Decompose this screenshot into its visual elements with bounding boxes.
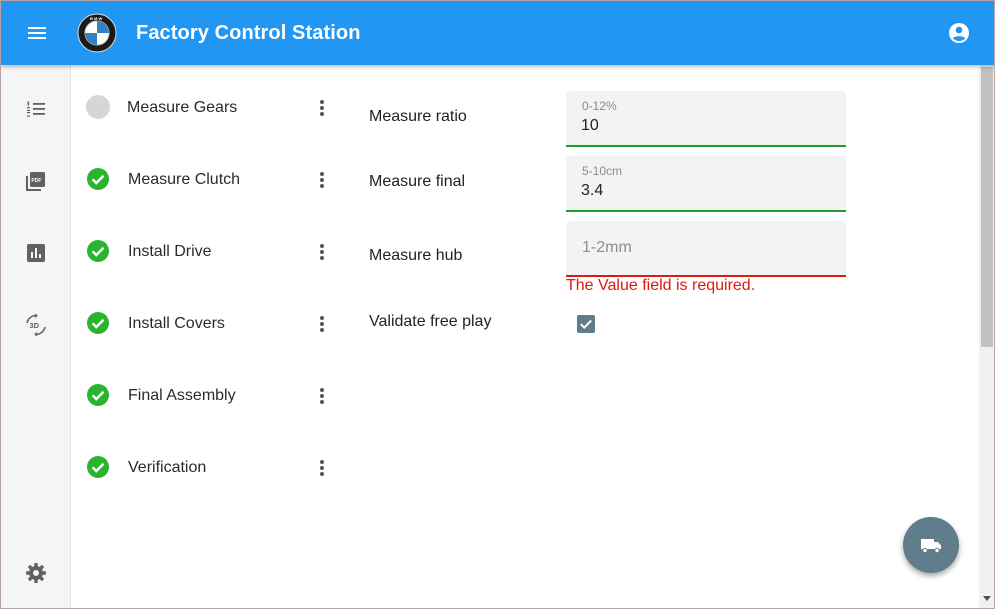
measure-hub-error: The Value field is required. [566,277,756,294]
more-vert-icon[interactable] [310,240,334,264]
more-vert-icon[interactable] [310,168,334,192]
scrollbar-thumb[interactable] [981,67,993,347]
app-window: B M W Factory Control Station PDF 3D Mea… [0,0,995,609]
measure-ratio-hint: 0-12% [582,99,617,113]
truck-icon [921,539,941,554]
check-circle-icon [86,167,110,191]
check-icon [580,319,592,330]
bmw-logo: B M W [77,13,117,53]
measure-ratio-value[interactable]: 10 [581,117,831,135]
step-item[interactable]: Measure Clutch [71,158,341,198]
step-item[interactable]: Install Drive [71,230,341,270]
validate-free-play-label: Validate free play [369,313,492,330]
pdf-icon[interactable]: PDF [24,169,48,193]
more-vert-icon[interactable] [310,384,334,408]
validate-free-play-checkbox[interactable] [577,315,595,333]
measure-final-hint: 5-10cm [582,164,623,178]
measure-ratio-field[interactable]: 0-12% 10 [566,91,846,147]
measure-hub-label: Measure hub [369,247,463,264]
pending-circle-icon [86,95,110,119]
step-item[interactable]: Measure Gears [71,86,341,126]
main-content: Measure Gears Measure Clutch Install Dri… [71,65,979,608]
more-vert-icon[interactable] [310,312,334,336]
measure-final-field[interactable]: 5-10cm 3.4 [566,156,846,212]
3d-rotation-icon[interactable]: 3D [24,313,48,337]
svg-text:3D: 3D [30,321,40,330]
account-circle-icon[interactable] [947,21,971,45]
measure-final-value[interactable]: 3.4 [581,182,831,200]
menu-icon[interactable] [25,21,49,45]
step-item[interactable]: Install Covers [71,302,341,342]
measure-ratio-label: Measure ratio [369,108,467,125]
step-label: Measure Clutch [128,171,241,188]
app-title: Factory Control Station [136,22,361,44]
check-circle-icon [86,239,110,263]
measure-hub-placeholder[interactable]: 1-2mm [582,239,632,257]
vertical-scrollbar[interactable] [979,65,994,608]
measure-final-label: Measure final [369,173,466,190]
step-label: Final Assembly [128,387,236,404]
format-list-numbered-icon[interactable] [24,97,48,121]
check-circle-icon [86,455,110,479]
scroll-down-arrow-icon[interactable] [983,596,991,601]
step-item[interactable]: Verification [71,446,341,486]
navigation-rail: PDF 3D [1,65,71,608]
step-label: Verification [128,459,207,476]
more-vert-icon[interactable] [310,456,334,480]
truck-fab-button[interactable] [903,517,959,573]
step-label: Install Covers [128,315,225,332]
step-label: Measure Gears [127,99,238,116]
step-item[interactable]: Final Assembly [71,374,341,414]
app-bar: B M W Factory Control Station [1,1,994,65]
check-circle-icon [86,383,110,407]
settings-icon[interactable] [24,561,48,585]
svg-text:B M W: B M W [90,16,102,21]
svg-text:PDF: PDF [31,178,41,184]
more-vert-icon[interactable] [310,96,334,120]
measure-hub-field[interactable]: 1-2mm [566,221,846,277]
bar-chart-icon[interactable] [24,241,48,265]
check-circle-icon [86,311,110,335]
step-label: Install Drive [128,243,212,260]
